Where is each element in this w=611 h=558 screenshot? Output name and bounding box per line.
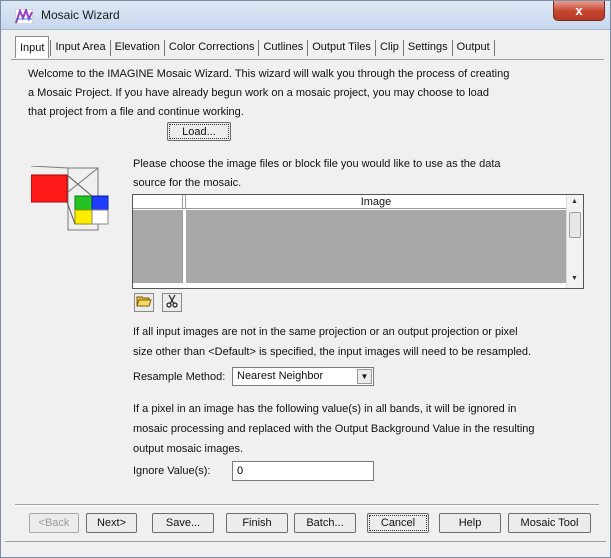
resample-method-value: Nearest Neighbor [237, 370, 324, 382]
finish-button[interactable]: Finish [226, 513, 288, 533]
vertical-scrollbar[interactable]: ▲ ▼ [566, 195, 583, 288]
tab-color-corrections[interactable]: Color Corrections [166, 38, 258, 58]
back-button[interactable]: <Back [29, 513, 79, 533]
resample-method-label: Resample Method: [133, 371, 226, 383]
tab-separator [451, 40, 453, 56]
tab-output[interactable]: Output [454, 38, 493, 58]
grid-header: Image [133, 195, 566, 209]
tab-cutlines[interactable]: Cutlines [260, 38, 306, 58]
tab-settings[interactable]: Settings [405, 38, 451, 58]
wizard-tabs: Input Input Area Elevation Color Correction… [15, 36, 496, 60]
mosaic-illustration-icon [31, 166, 109, 231]
folder-open-icon [136, 296, 152, 307]
cancel-button[interactable]: Cancel [367, 513, 429, 533]
image-list-area[interactable] [186, 210, 566, 283]
tab-separator [258, 40, 260, 56]
title-bar: Mosaic Wizard x [1, 1, 610, 30]
chevron-down-icon[interactable]: ▼ [357, 369, 372, 384]
mosaic-wizard-window: Mosaic Wizard x Input Input Area Elevation… [0, 0, 611, 558]
ignore-note-line-3: output mosaic images. [133, 443, 244, 455]
image-list-grid[interactable]: Image ▲ ▼ [132, 194, 584, 289]
next-button[interactable]: Next> [86, 513, 137, 533]
tab-separator [109, 40, 111, 56]
load-button[interactable]: Load... [167, 122, 231, 141]
ignore-note-line-2: mosaic processing and replaced with the … [133, 423, 535, 435]
tab-separator [163, 40, 165, 56]
tab-clip[interactable]: Clip [377, 38, 402, 58]
tab-elevation[interactable]: Elevation [112, 38, 163, 58]
ignore-values-label: Ignore Value(s): [133, 465, 211, 477]
scroll-up-icon[interactable]: ▲ [571, 198, 578, 205]
intro-text-line-1: Welcome to the IMAGINE Mosaic Wizard. Th… [28, 68, 510, 80]
ignore-values-input[interactable] [232, 461, 374, 481]
remove-file-button[interactable] [162, 293, 182, 312]
tab-input-area[interactable]: Input Area [52, 38, 108, 58]
button-separator [15, 504, 599, 506]
status-bar [5, 541, 606, 555]
resample-note-line-2: size other than <Default> is specified, … [133, 346, 532, 358]
tab-separator [50, 40, 52, 56]
mosaic-tool-button[interactable]: Mosaic Tool [508, 513, 591, 533]
close-button[interactable]: x [553, 1, 605, 21]
tab-separator [402, 40, 404, 56]
batch-button[interactable]: Batch... [294, 513, 356, 533]
open-file-button[interactable] [134, 293, 154, 312]
tab-separator [307, 40, 309, 56]
tab-separator [374, 40, 376, 56]
tab-input[interactable]: Input [15, 36, 50, 58]
window-title: Mosaic Wizard [41, 8, 120, 22]
intro-text-line-3: that project from a file and continue wo… [28, 106, 244, 118]
scroll-down-icon[interactable]: ▼ [571, 275, 578, 282]
tab-separator [493, 40, 495, 56]
source-text-line-2: source for the mosaic. [133, 177, 242, 189]
help-button[interactable]: Help [439, 513, 501, 533]
save-button[interactable]: Save... [152, 513, 214, 533]
row-header-column [133, 195, 183, 209]
scroll-thumb[interactable] [569, 212, 581, 238]
intro-text-line-2: a Mosaic Project. If you have already be… [28, 87, 490, 99]
tab-output-tiles[interactable]: Output Tiles [309, 38, 374, 58]
resample-method-select[interactable]: Nearest Neighbor ▼ [232, 367, 374, 386]
ignore-note-line-1: If a pixel in an image has the following… [133, 403, 517, 415]
mosaic-app-icon [15, 9, 33, 24]
resample-note-line-1: If all input images are not in the same … [133, 326, 518, 338]
scissors-icon [166, 294, 178, 308]
source-text-line-1: Please choose the image files or block f… [133, 158, 501, 170]
image-column-header[interactable]: Image [185, 195, 566, 209]
row-header-area [133, 210, 183, 283]
